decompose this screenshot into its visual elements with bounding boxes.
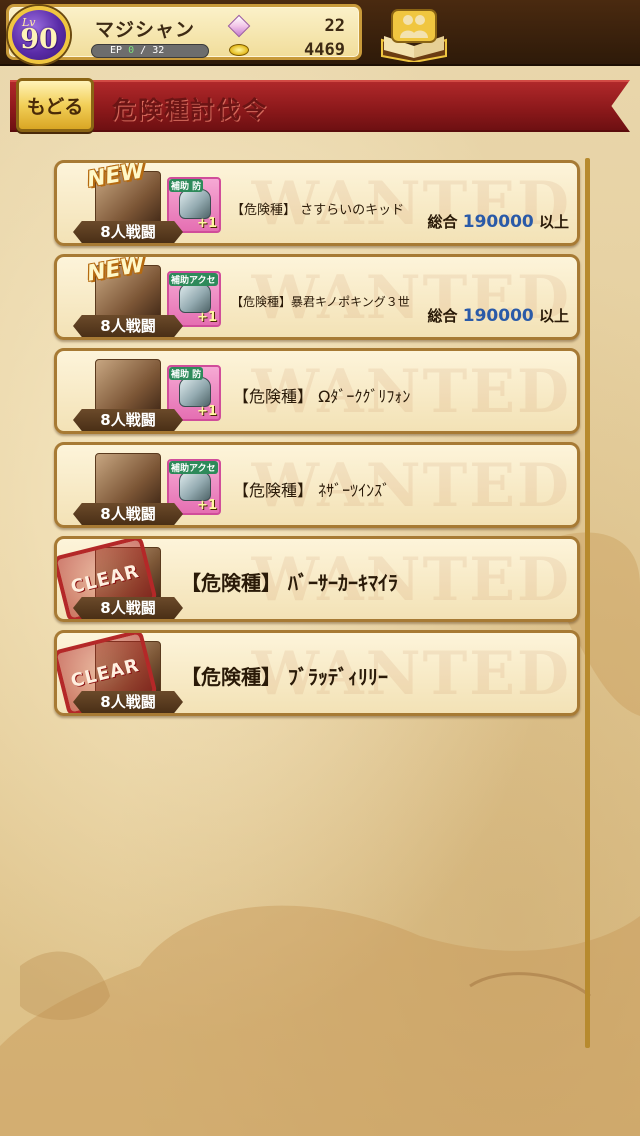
friends-book-button[interactable] [378,6,450,64]
hunt-card[interactable]: WANTED 補助 防 +1 8人戦闘 【危険種】 Ωﾀﾞｰｸｸﾞﾘﾌｫﾝ [54,348,580,434]
reward-plus: +1 [197,498,217,513]
party-size-ribbon: 8人戦闘 [73,503,183,525]
ep-max: 32 [152,45,165,56]
ep-label: EP [110,45,123,56]
header-ribbon [10,80,630,132]
hunt-name: 【危険種】 Ωﾀﾞｰｸｸﾞﾘﾌｫﾝ [233,387,411,406]
reward-plus: +1 [197,310,217,325]
reward-tag: 補助アクセ [169,461,218,474]
friends-book-icon [381,9,447,64]
party-size-ribbon: 8人戦闘 [73,315,183,337]
reward-plus: +1 [197,404,217,419]
score-suffix: 以上 [538,213,569,231]
status-bar: マジシャン EP 0 / 32 22 4469 Lv 90 [0,0,640,66]
party-size-ribbon: 8人戦闘 [73,221,183,243]
accessory-icon [179,283,211,313]
armor-icon [179,189,211,219]
hunt-name: 【危険種】 ﾊﾞｰｻｰｶｰｷﾏｲﾗ [181,571,398,595]
hunt-name: 【危険種】 さすらいのキッド [231,203,405,218]
hunt-card[interactable]: WANTED 補助アクセ +1 8人戦闘 【危険種】 ﾈｻﾞｰﾂｲﾝｽﾞ [54,442,580,528]
hunt-card[interactable]: WANTED CLEAR 8人戦闘 【危険種】 ﾌﾞﾗｯﾃﾞｨﾘﾘｰ [54,630,580,716]
ep-current: 0 [128,45,135,56]
reward-plus: +1 [197,216,217,231]
level-value: 90 [20,24,58,55]
reward-tag: 補助 防 [169,179,204,192]
gold-coin-icon [229,44,249,56]
armor-icon [179,377,211,407]
ep-bar: EP 0 / 32 [91,44,209,58]
gem-icon [227,14,251,38]
hunt-name: 【危険種】暴君キノポキング３世 [231,295,410,309]
score-requirement: 総合 190000 以上 [428,211,569,232]
score-label: 総合 [427,307,458,325]
hunt-card[interactable]: WANTED NEW 補助アクセ +1 8人戦闘 【危険種】暴君キノポキング３世… [54,254,580,340]
score-label: 総合 [427,213,458,231]
gem-count: 22 [324,16,345,36]
party-size-ribbon: 8人戦闘 [73,691,183,713]
reward-tag: 補助 防 [169,367,204,380]
hunt-name: 【危険種】 ﾈｻﾞｰﾂｲﾝｽﾞ [233,481,391,500]
scrollbar[interactable] [585,158,590,1048]
hunt-card[interactable]: WANTED NEW 補助 防 +1 8人戦闘 【危険種】 さすらいのキッド 総… [54,160,580,246]
player-name: マジシャン [95,19,196,41]
page-header: もどる 危険種討伐令 [0,76,640,138]
accessory-icon [179,471,211,501]
score-suffix: 以上 [538,307,569,325]
hunt-name: 【危険種】 ﾌﾞﾗｯﾃﾞｨﾘﾘｰ [181,665,388,689]
score-value: 190000 [462,212,534,232]
score-requirement: 総合 190000 以上 [428,305,569,326]
reward-tag: 補助アクセ [169,273,218,286]
level-badge: Lv 90 [8,6,70,64]
hunt-card[interactable]: WANTED CLEAR 8人戦闘 【危険種】 ﾊﾞｰｻｰｶｰｷﾏｲﾗ [54,536,580,622]
party-size-ribbon: 8人戦闘 [73,597,183,619]
party-size-ribbon: 8人戦闘 [73,409,183,431]
back-button[interactable]: もどる [16,78,94,132]
gold-count: 4469 [304,40,345,60]
ep-separator: / [140,45,147,56]
page-title: 危険種討伐令 [112,95,268,124]
score-value: 190000 [462,306,534,326]
